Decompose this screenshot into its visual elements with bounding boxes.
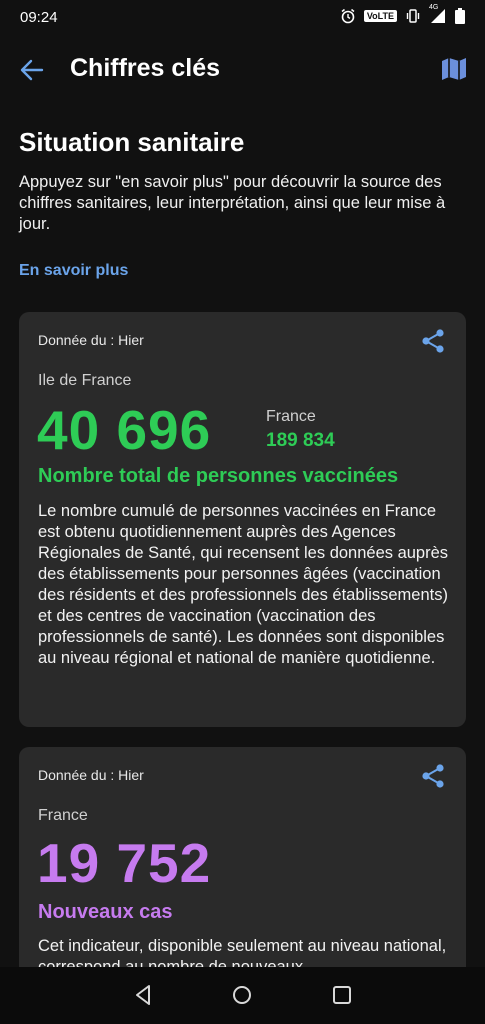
card-date: Donnée du : Hier [38, 332, 144, 348]
learn-more-link[interactable]: En savoir plus [19, 262, 128, 280]
page-title: Chiffres clés [70, 54, 221, 82]
alarm-icon [341, 8, 355, 24]
national-value: 189 834 [266, 430, 335, 451]
indicator-title: Nombre total de personnes vaccinées [38, 465, 399, 487]
national-label: France [266, 408, 316, 425]
share-icon[interactable] [420, 328, 446, 354]
status-bar: 09:24 VoLTE 4G [0, 0, 485, 36]
network-type: 4G [429, 4, 439, 11]
card-region: France [38, 807, 88, 824]
home-circle-icon[interactable] [230, 983, 254, 1007]
section-title: Situation sanitaire [19, 127, 245, 157]
section-description: Appuyez sur "en savoir plus" pour découv… [19, 173, 446, 233]
app-bar: Chiffres clés [0, 36, 485, 104]
card-description: Le nombre cumulé de personnes vaccinées … [38, 502, 449, 667]
volte-badge: VoLTE [363, 10, 397, 22]
card-value: 40 696 [37, 399, 212, 461]
status-time: 09:24 [20, 9, 58, 26]
signal-icon: 4G [429, 4, 447, 24]
recents-square-icon[interactable] [330, 983, 354, 1007]
card-date: Donnée du : Hier [38, 767, 144, 783]
share-icon[interactable] [420, 763, 446, 789]
status-icons: VoLTE 4G [340, 4, 465, 24]
vibrate-icon [406, 9, 420, 23]
card-region: Ile de France [38, 372, 132, 389]
key-figure-card: Donnée du : Hier Ile de France 40 696 Fr… [19, 312, 466, 727]
indicator-title: Nouveaux cas [38, 901, 173, 923]
system-nav-bar [0, 967, 485, 1024]
back-arrow-icon[interactable] [18, 56, 46, 84]
card-value: 19 752 [37, 832, 212, 894]
back-triangle-icon[interactable] [131, 983, 155, 1007]
battery-icon [455, 8, 465, 24]
map-icon[interactable] [441, 56, 467, 82]
